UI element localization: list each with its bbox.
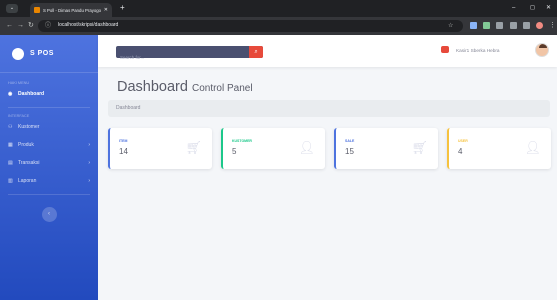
cart-icon: 🛒︎ [185,140,202,155]
page-subtitle: Control Panel [191,83,253,94]
user-name[interactable]: Kasir1 Sberka Hebra [456,48,500,53]
browser-menu-icon[interactable]: ⋮ [549,21,556,31]
tab-close-icon[interactable]: ✕ [104,7,108,13]
sidebar-item-label: Laporan [18,178,37,184]
brand-name: S POS [30,50,54,57]
forward-icon[interactable]: → [17,21,24,31]
extension-icon[interactable] [470,22,477,29]
card-label: ITEM [119,139,128,143]
reload-icon[interactable]: ↻ [28,21,34,31]
card-label: SALE [345,139,355,143]
sidebar-item-kustomer[interactable]: ⚇ Kustomer [0,118,98,136]
chevron-right-icon: › [88,142,90,148]
sidebar-item-produk[interactable]: ▦ Produk › [0,136,98,154]
back-icon[interactable]: ← [6,21,13,31]
browser-toolbar: ← → ↻ ⓘ localhost/skripsi/dashboard ☆ ⋮ [0,17,557,35]
brand-logo-icon [12,47,24,60]
sidebar-heading: HAKI MENU [8,81,30,85]
card-value: 5 [232,147,237,156]
extension-icon[interactable] [483,22,490,29]
page-title-text: Dashboard [117,79,188,95]
search-button[interactable]: ⌕ [249,46,263,58]
cart-icon: ▤ [8,160,13,166]
card-value: 14 [119,147,128,156]
url-text[interactable]: localhost/skripsi/dashboard [58,22,118,28]
chevron-right-icon: › [88,160,90,166]
stat-card-item: ITEM 14 🛒︎ [108,128,212,169]
browser-tabbar: ⌄ S Poll - Dimas Pandu Prayogo ✕ + – ◻ ✕ [0,0,557,17]
stat-card-user: USER 4 👤︎ [447,128,551,169]
search-input[interactable] [116,51,251,64]
tab-title: S Poll - Dimas Pandu Prayogo [43,7,101,13]
sidebar-item-label: Transaksi [18,160,40,166]
new-tab-button[interactable]: + [120,3,125,13]
sidebar-brand[interactable]: S POS [0,35,98,73]
sidebar: S POS HAKI MENU ◉ Dashboard INTERFACE ⚇ … [0,35,98,300]
user-plus-icon: 👤︎ [298,140,315,155]
download-icon[interactable] [523,22,530,29]
card-value: 4 [458,147,463,156]
card-value: 15 [345,147,354,156]
close-window-icon[interactable]: ✕ [546,3,551,13]
sidebar-divider [8,107,90,108]
site-info-icon[interactable]: ⓘ [45,21,51,31]
profile-icon[interactable] [536,22,543,29]
user-icon: 👤︎ [524,140,541,155]
card-label: USER [458,139,468,143]
chevron-right-icon: › [88,178,90,184]
minimize-icon[interactable]: – [512,3,515,13]
report-icon: ▥ [8,178,13,184]
sidebar-toggle-button[interactable]: ‹ [41,207,57,222]
cart-icon: 🛒︎ [411,140,428,155]
notification-icon[interactable] [441,46,449,53]
sidebar-item-label: Dashboard [18,91,45,97]
users-icon: ⚇ [8,124,13,130]
card-label: KUSTOMER [232,139,252,143]
sidebar-item-laporan[interactable]: ▥ Laporan › [0,172,98,190]
sidebar-item-dashboard[interactable]: ◉ Dashboard [0,85,98,103]
favicon-icon [34,7,40,13]
tab-search-button[interactable]: ⌄ [6,4,18,13]
avatar[interactable] [535,43,549,57]
media-icon[interactable] [510,22,517,29]
breadcrumb: Dashboard [108,100,550,117]
sidebar-item-transaksi[interactable]: ▤ Transaksi › [0,154,98,172]
extensions-puzzle-icon[interactable] [496,22,503,29]
dashboard-icon: ◉ [8,91,13,97]
sidebar-divider [8,194,90,195]
topbar: ⌕ Kasir1 Sberka Hebra [98,35,557,67]
maximize-icon[interactable]: ◻ [530,3,535,13]
stat-card-sale: SALE 15 🛒︎ [334,128,438,169]
box-icon: ▦ [8,142,13,148]
search-box: ⌕ [116,46,263,64]
browser-tab[interactable]: S Poll - Dimas Pandu Prayogo ✕ [30,3,112,17]
bookmark-star-icon[interactable]: ☆ [448,21,453,31]
page-title: Dashboard Control Panel [117,79,253,95]
sidebar-item-label: Kustomer [18,124,40,130]
sidebar-item-label: Produk [18,142,34,148]
stat-card-kustomer: KUSTOMER 5 👤︎ [221,128,325,169]
